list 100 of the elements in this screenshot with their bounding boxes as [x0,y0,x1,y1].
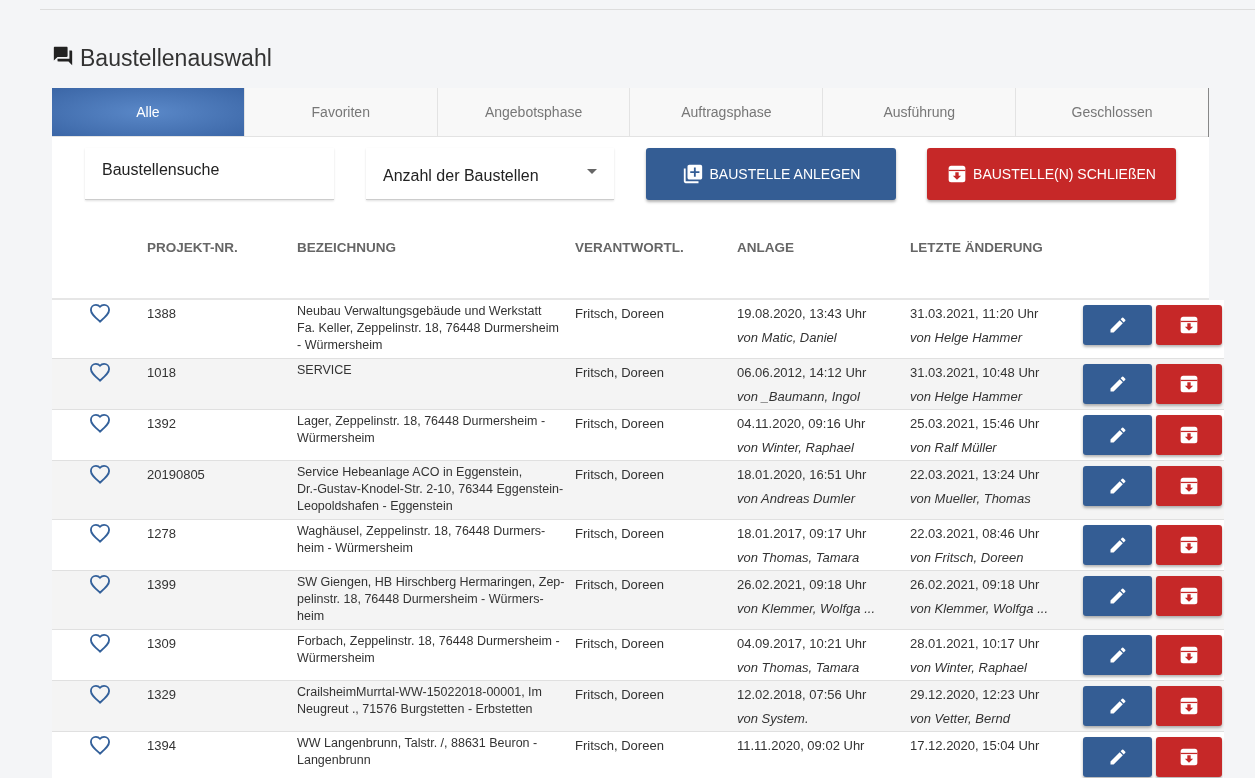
table-cell-text: 1392 [147,415,177,432]
archive-button[interactable] [1156,686,1222,726]
heart-icon[interactable] [88,523,111,543]
chat-icon [52,45,74,67]
edit-button[interactable] [1083,305,1152,345]
archive-button[interactable] [1156,525,1222,565]
table-cell-text: Fritsch, Doreen [575,635,665,652]
table-cell-text: Neubau Verwaltungsgebäude und Werkstatt Fa. Keller, Zeppelinstr. 18, 76448 Durmersheim - Würmersheim [297,303,560,354]
table-cell-text: SERVICE [297,362,353,379]
tab[interactable]: Ausführung [822,88,1016,137]
table-cell: von _Baumann, Ingol [737,389,860,405]
table-cell: 04.11.2020, 09:16 Uhr [737,416,866,432]
table-cell-text: 1394 [147,737,177,754]
archive-button[interactable] [1156,576,1222,616]
edit-button[interactable] [1083,737,1152,777]
table-cell: von Mueller, Thomas [910,491,1031,507]
column-header: VERANTWORTL. [575,239,685,255]
archive-icon [1179,476,1199,496]
heart-icon[interactable] [88,633,111,653]
edit-button[interactable] [1083,525,1152,565]
table-cell-text: Fritsch, Doreen [575,305,665,322]
archive-icon [1179,586,1199,606]
table-cell-text: Fritsch, Doreen [575,466,665,483]
table-cell: 22.03.2021, 13:24 Uhr [910,467,1040,483]
table-cell-text: Fritsch, Doreen [575,686,665,703]
table-cell: von Thomas, Tamara [737,660,860,676]
table-cell-text: Service Hebeanlage ACO in Eggenstein, Dr.-Gustav-Knodel-Str. 2-10, 76344 Eggenstein- Leopoldshafen - Eggenstein [297,464,565,515]
edit-button[interactable] [1083,686,1152,726]
column-header: ANLAGE [737,239,795,255]
table-cell-text: WW Langenbrunn, Talstr. /, 88631 Beuron - Langenbrunn [297,735,539,769]
archive-button[interactable] [1156,635,1222,675]
table-cell: 04.09.2017, 10:21 Uhr [737,636,867,652]
column-header: BEZEICHNUNG [297,239,397,255]
archive-icon [1179,315,1199,335]
heart-icon[interactable] [88,464,111,484]
add-copy-icon [681,162,704,185]
close-button[interactable]: BAUSTELLE(N) SCHLIEßEN [927,147,1176,200]
table-cell: 18.01.2020, 16:51 Uhr [737,467,867,483]
table-cell: 19.08.2020, 13:43 Uhr [737,306,867,322]
column-header: LETZTE ÄNDERUNG [910,239,1044,255]
column-header: PROJEKT-NR. [147,239,239,255]
table-cell-text: SW Giengen, HB Hirschberg Hermaringen, Zep- pelinstr. 18, 76448 Durmersheim - Würmers- heim [297,574,566,625]
count-dropdown[interactable]: Anzahl der Baustellen [366,147,614,200]
edit-button[interactable] [1083,635,1152,675]
archive-icon [1179,645,1199,665]
edit-button[interactable] [1083,576,1152,616]
archive-button[interactable] [1156,415,1222,455]
table-cell: 26.02.2021, 09:18 Uhr [910,577,1040,593]
table-cell: 29.12.2020, 12:23 Uhr [910,687,1040,703]
page-title: Baustellenauswahl [80,44,272,72]
tab[interactable]: Auftragsphase [629,88,823,137]
table-cell: 28.01.2021, 10:17 Uhr [910,636,1040,652]
table-cell: von Helge Hammer [910,389,1022,405]
heart-icon[interactable] [88,362,111,382]
table-cell: von Helge Hammer [910,330,1022,346]
table-cell: von Winter, Raphael [737,440,854,456]
table-cell: von Andreas Dumler [737,491,855,507]
dropdown-caret-icon [587,168,597,174]
table-cell: 22.03.2021, 08:46 Uhr [910,526,1040,542]
archive-button[interactable] [1156,737,1222,777]
edit-button[interactable] [1083,364,1152,404]
archive-icon [1179,374,1199,394]
table-cell-text: Fritsch, Doreen [575,576,665,593]
heart-icon[interactable] [88,303,111,323]
table-cell-text: 1329 [147,686,177,703]
tab[interactable]: Alle [52,88,244,137]
table-cell-text: Forbach, Zeppelinstr. 18, 76448 Durmersheim - Würmersheim [297,633,561,667]
create-button[interactable]: BAUSTELLE ANLEGEN [646,147,896,200]
table-cell-text: CrailsheimMurrtal-WW-15022018-00001, Im Neugreut ., 71576 Burgstetten - Erbstetten [297,684,543,718]
search-field[interactable]: Baustellensuche [85,147,334,200]
archive-button[interactable] [1156,466,1222,506]
table-cell-text: 1278 [147,525,177,542]
table-cell: von Klemmer, Wolfga ... [737,601,875,617]
archive-icon [947,163,968,184]
table-cell-text: Fritsch, Doreen [575,415,665,432]
heart-icon[interactable] [88,735,111,755]
archive-icon [1179,696,1199,716]
table-cell: von System. [737,711,809,727]
table-cell-text: Waghäusel, Zeppelinstr. 18, 76448 Durmers- heim - Würmersheim [297,523,547,557]
table-cell: 11.11.2020, 09:02 Uhr [737,738,865,754]
table-cell-text: Fritsch, Doreen [575,737,665,754]
archive-button[interactable] [1156,364,1222,404]
table-cell: von Fritsch, Doreen [910,550,1024,566]
tab[interactable]: Favoriten [243,88,437,137]
table-cell: von Klemmer, Wolfga ... [910,601,1048,617]
heart-icon[interactable] [88,413,111,433]
table-cell: von Ralf Müller [910,440,997,456]
table-cell: 26.02.2021, 09:18 Uhr [737,577,867,593]
table-cell: von Vetter, Bernd [910,711,1010,727]
edit-button[interactable] [1083,415,1152,455]
tab[interactable]: Geschlossen [1015,88,1208,137]
edit-button[interactable] [1083,466,1152,506]
tab[interactable]: Angebotsphase [436,88,630,137]
heart-icon[interactable] [88,684,111,704]
heart-icon[interactable] [88,574,111,594]
table-cell: von Matic, Daniel [737,330,837,346]
archive-icon [1179,425,1199,445]
archive-button[interactable] [1156,305,1222,345]
table-cell-text: 1388 [147,305,177,322]
table-cell-text: Fritsch, Doreen [575,525,665,542]
